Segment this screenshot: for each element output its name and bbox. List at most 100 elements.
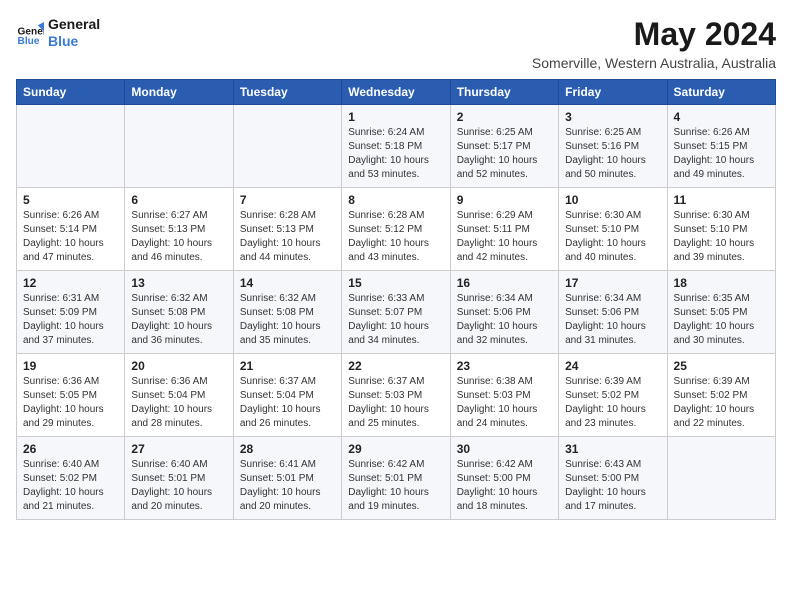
day-info: Sunrise: 6:37 AMSunset: 5:03 PMDaylight:… xyxy=(348,375,443,431)
location: Somerville, Western Australia, Australia xyxy=(532,55,776,71)
day-number: 9 xyxy=(457,193,552,207)
weekday-saturday: Saturday xyxy=(667,80,775,105)
day-number: 16 xyxy=(457,276,552,290)
calendar-cell: 28 Sunrise: 6:41 AMSunset: 5:01 PMDayligh… xyxy=(233,437,341,520)
calendar-cell: 12 Sunrise: 6:31 AMSunset: 5:09 PMDayligh… xyxy=(17,271,125,354)
calendar-cell: 16 Sunrise: 6:34 AMSunset: 5:06 PMDayligh… xyxy=(450,271,558,354)
day-number: 17 xyxy=(565,276,660,290)
calendar-cell: 19 Sunrise: 6:36 AMSunset: 5:05 PMDayligh… xyxy=(17,354,125,437)
day-info: Sunrise: 6:42 AMSunset: 5:00 PMDaylight:… xyxy=(457,458,552,514)
day-info: Sunrise: 6:34 AMSunset: 5:06 PMDaylight:… xyxy=(565,292,660,348)
day-number: 8 xyxy=(348,193,443,207)
logo-icon: General Blue xyxy=(16,19,44,47)
day-number: 12 xyxy=(23,276,118,290)
day-info: Sunrise: 6:34 AMSunset: 5:06 PMDaylight:… xyxy=(457,292,552,348)
day-info: Sunrise: 6:32 AMSunset: 5:08 PMDaylight:… xyxy=(240,292,335,348)
day-info: Sunrise: 6:36 AMSunset: 5:05 PMDaylight:… xyxy=(23,375,118,431)
calendar-cell xyxy=(667,437,775,520)
day-number: 14 xyxy=(240,276,335,290)
day-info: Sunrise: 6:32 AMSunset: 5:08 PMDaylight:… xyxy=(131,292,226,348)
calendar-cell: 22 Sunrise: 6:37 AMSunset: 5:03 PMDayligh… xyxy=(342,354,450,437)
day-number: 31 xyxy=(565,442,660,456)
day-number: 26 xyxy=(23,442,118,456)
day-info: Sunrise: 6:30 AMSunset: 5:10 PMDaylight:… xyxy=(674,209,769,265)
svg-text:Blue: Blue xyxy=(18,36,40,47)
calendar-cell: 18 Sunrise: 6:35 AMSunset: 5:05 PMDayligh… xyxy=(667,271,775,354)
week-row-4: 19 Sunrise: 6:36 AMSunset: 5:05 PMDayligh… xyxy=(17,354,776,437)
day-number: 22 xyxy=(348,359,443,373)
calendar-cell: 26 Sunrise: 6:40 AMSunset: 5:02 PMDayligh… xyxy=(17,437,125,520)
day-info: Sunrise: 6:39 AMSunset: 5:02 PMDaylight:… xyxy=(674,375,769,431)
calendar-cell: 20Sunrise: 6:36 AMSunset: 5:04 PMDayligh… xyxy=(125,354,233,437)
day-info: Sunrise: 6:28 AMSunset: 5:12 PMDaylight:… xyxy=(348,209,443,265)
calendar-cell: 7Sunrise: 6:28 AMSunset: 5:13 PMDaylight… xyxy=(233,188,341,271)
day-number: 19 xyxy=(23,359,118,373)
page-header: General Blue General Blue May 2024 Somer… xyxy=(16,16,776,71)
calendar-cell: 25 Sunrise: 6:39 AMSunset: 5:02 PMDayligh… xyxy=(667,354,775,437)
calendar-cell: 8 Sunrise: 6:28 AMSunset: 5:12 PMDaylight… xyxy=(342,188,450,271)
week-row-2: 5Sunrise: 6:26 AMSunset: 5:14 PMDaylight… xyxy=(17,188,776,271)
weekday-sunday: Sunday xyxy=(17,80,125,105)
week-row-5: 26 Sunrise: 6:40 AMSunset: 5:02 PMDayligh… xyxy=(17,437,776,520)
calendar-cell: 24Sunrise: 6:39 AMSunset: 5:02 PMDayligh… xyxy=(559,354,667,437)
calendar-cell: 13 Sunrise: 6:32 AMSunset: 5:08 PMDayligh… xyxy=(125,271,233,354)
day-number: 23 xyxy=(457,359,552,373)
calendar-cell xyxy=(125,105,233,188)
weekday-monday: Monday xyxy=(125,80,233,105)
day-number: 1 xyxy=(348,110,443,124)
day-number: 27 xyxy=(131,442,226,456)
weekday-thursday: Thursday xyxy=(450,80,558,105)
day-number: 2 xyxy=(457,110,552,124)
calendar-cell: 5Sunrise: 6:26 AMSunset: 5:14 PMDaylight… xyxy=(17,188,125,271)
day-info: Sunrise: 6:37 AMSunset: 5:04 PMDaylight:… xyxy=(240,375,335,431)
day-number: 30 xyxy=(457,442,552,456)
calendar-cell: 30 Sunrise: 6:42 AMSunset: 5:00 PMDayligh… xyxy=(450,437,558,520)
calendar-cell: 29 Sunrise: 6:42 AMSunset: 5:01 PMDayligh… xyxy=(342,437,450,520)
day-number: 29 xyxy=(348,442,443,456)
day-number: 13 xyxy=(131,276,226,290)
day-info: Sunrise: 6:43 AMSunset: 5:00 PMDaylight:… xyxy=(565,458,660,514)
day-info: Sunrise: 6:41 AMSunset: 5:01 PMDaylight:… xyxy=(240,458,335,514)
day-number: 28 xyxy=(240,442,335,456)
calendar-cell: 14 Sunrise: 6:32 AMSunset: 5:08 PMDayligh… xyxy=(233,271,341,354)
day-info: Sunrise: 6:25 AMSunset: 5:17 PMDaylight:… xyxy=(457,126,552,182)
month-title: May 2024 xyxy=(532,16,776,53)
day-number: 18 xyxy=(674,276,769,290)
calendar-cell: 31 Sunrise: 6:43 AMSunset: 5:00 PMDayligh… xyxy=(559,437,667,520)
day-number: 24 xyxy=(565,359,660,373)
week-row-3: 12 Sunrise: 6:31 AMSunset: 5:09 PMDayligh… xyxy=(17,271,776,354)
weekday-wednesday: Wednesday xyxy=(342,80,450,105)
day-info: Sunrise: 6:27 AMSunset: 5:13 PMDaylight:… xyxy=(131,209,226,265)
day-info: Sunrise: 6:42 AMSunset: 5:01 PMDaylight:… xyxy=(348,458,443,514)
week-row-1: 1 Sunrise: 6:24 AMSunset: 5:18 PMDaylight… xyxy=(17,105,776,188)
logo-blue: Blue xyxy=(48,33,100,50)
logo-general: General xyxy=(48,16,100,33)
calendar-cell: 3Sunrise: 6:25 AMSunset: 5:16 PMDaylight… xyxy=(559,105,667,188)
day-info: Sunrise: 6:31 AMSunset: 5:09 PMDaylight:… xyxy=(23,292,118,348)
day-number: 15 xyxy=(348,276,443,290)
day-info: Sunrise: 6:24 AMSunset: 5:18 PMDaylight:… xyxy=(348,126,443,182)
calendar-cell: 4Sunrise: 6:26 AMSunset: 5:15 PMDaylight… xyxy=(667,105,775,188)
weekday-friday: Friday xyxy=(559,80,667,105)
day-number: 25 xyxy=(674,359,769,373)
day-info: Sunrise: 6:26 AMSunset: 5:14 PMDaylight:… xyxy=(23,209,118,265)
day-number: 11 xyxy=(674,193,769,207)
day-number: 3 xyxy=(565,110,660,124)
calendar-cell xyxy=(17,105,125,188)
logo: General Blue General Blue xyxy=(16,16,100,50)
calendar-cell: 15 Sunrise: 6:33 AMSunset: 5:07 PMDayligh… xyxy=(342,271,450,354)
calendar-cell: 1 Sunrise: 6:24 AMSunset: 5:18 PMDaylight… xyxy=(342,105,450,188)
day-number: 7 xyxy=(240,193,335,207)
day-info: Sunrise: 6:40 AMSunset: 5:01 PMDaylight:… xyxy=(131,458,226,514)
weekday-header-row: SundayMondayTuesdayWednesdayThursdayFrid… xyxy=(17,80,776,105)
calendar-cell: 17 Sunrise: 6:34 AMSunset: 5:06 PMDayligh… xyxy=(559,271,667,354)
day-info: Sunrise: 6:40 AMSunset: 5:02 PMDaylight:… xyxy=(23,458,118,514)
day-info: Sunrise: 6:29 AMSunset: 5:11 PMDaylight:… xyxy=(457,209,552,265)
day-number: 21 xyxy=(240,359,335,373)
calendar-cell: 27 Sunrise: 6:40 AMSunset: 5:01 PMDayligh… xyxy=(125,437,233,520)
day-info: Sunrise: 6:35 AMSunset: 5:05 PMDaylight:… xyxy=(674,292,769,348)
day-info: Sunrise: 6:30 AMSunset: 5:10 PMDaylight:… xyxy=(565,209,660,265)
weekday-tuesday: Tuesday xyxy=(233,80,341,105)
day-info: Sunrise: 6:33 AMSunset: 5:07 PMDaylight:… xyxy=(348,292,443,348)
calendar-cell: 9 Sunrise: 6:29 AMSunset: 5:11 PMDaylight… xyxy=(450,188,558,271)
